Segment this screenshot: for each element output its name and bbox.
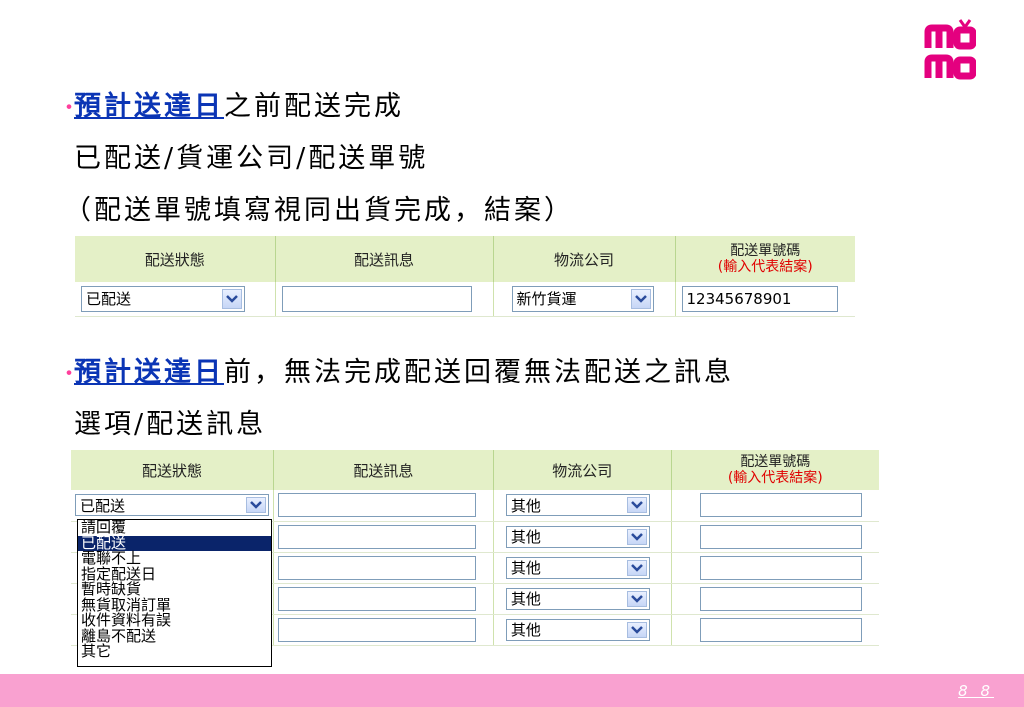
cell-company: 其他	[493, 521, 672, 553]
page-number[interactable]: 8 8	[958, 682, 994, 700]
company-select[interactable]: 其他	[505, 556, 650, 579]
tracking-input[interactable]	[699, 524, 862, 549]
cell-company: 其他	[493, 490, 672, 522]
cell-tracking	[671, 490, 879, 522]
cell-message	[273, 614, 494, 646]
message-input[interactable]	[278, 617, 476, 642]
company-select[interactable]: 新竹貨運	[511, 285, 654, 312]
header-message: 配送訊息	[273, 450, 494, 490]
message-input[interactable]	[278, 493, 476, 518]
company-select-value: 新竹貨運	[516, 290, 577, 309]
section1-line3: （配送單號填寫視同出貨完成，結案）	[64, 195, 574, 226]
header-company: 物流公司	[493, 236, 676, 282]
section1-line1-text: 之前配送完成	[224, 91, 404, 122]
cell-tracking	[671, 552, 879, 584]
status-select-value: 已配送	[86, 290, 132, 309]
bullet-icon: ・	[58, 362, 84, 387]
company-select-value: 其他	[510, 621, 541, 639]
header-status: 配送狀態	[71, 450, 274, 490]
cell-tracking	[671, 583, 879, 615]
section1-line1: ・預計送達日之前配送完成	[58, 90, 404, 126]
shipping-table-example: 配送狀態 配送訊息 物流公司 配送單號碼 (輸入代表結案) 已配送 新竹貨運 1…	[75, 236, 855, 317]
status-select-value: 已配送	[80, 496, 126, 515]
header-tracking: 配送單號碼 (輸入代表結案)	[671, 450, 879, 490]
cell-company: 其他	[493, 614, 672, 646]
header-status: 配送狀態	[75, 236, 276, 282]
company-select-value: 其他	[510, 528, 541, 546]
company-select[interactable]: 其他	[505, 618, 650, 641]
chevron-down-icon[interactable]	[222, 288, 242, 309]
section2-line1-text: 前，無法完成配送回覆無法配送之訊息	[224, 357, 734, 388]
chevron-down-icon[interactable]	[626, 528, 647, 545]
dropdown-option[interactable]: 其它	[81, 643, 271, 660]
tracking-input[interactable]	[699, 586, 862, 611]
chevron-down-icon[interactable]	[626, 497, 647, 514]
table-row: 已配送 新竹貨運 12345678901	[75, 282, 855, 317]
company-select[interactable]: 其他	[505, 525, 650, 548]
company-select-value: 其他	[510, 496, 541, 515]
cell-status: 已配送	[75, 282, 276, 317]
message-input[interactable]	[278, 555, 476, 580]
header-company: 物流公司	[493, 450, 672, 490]
cell-message	[273, 490, 494, 522]
status-select[interactable]: 已配送	[81, 285, 245, 312]
highlight-term: 預計送達日	[74, 91, 224, 122]
cell-message	[273, 583, 494, 615]
cell-tracking	[671, 614, 879, 646]
cell-company: 新竹貨運	[493, 282, 676, 317]
header-message: 配送訊息	[275, 236, 494, 282]
message-input[interactable]	[278, 524, 476, 549]
cell-company: 其他	[493, 552, 672, 584]
chevron-down-icon[interactable]	[626, 559, 647, 576]
tracking-input[interactable]	[699, 493, 862, 518]
cell-message	[273, 521, 494, 553]
highlight-term: 預計送達日	[74, 357, 224, 388]
status-select[interactable]: 已配送	[75, 494, 269, 517]
section2-line1: ・預計送達日前，無法完成配送回覆無法配送之訊息	[58, 356, 734, 392]
chevron-down-icon[interactable]	[626, 621, 647, 638]
company-select-value: 其他	[510, 590, 541, 608]
chevron-down-icon[interactable]	[630, 288, 651, 309]
cell-company: 其他	[493, 583, 672, 615]
footer-bar: 8 8	[0, 674, 1024, 707]
section1-line2: 已配送/貨運公司/配送單號	[74, 143, 429, 174]
chevron-down-icon[interactable]	[626, 590, 647, 607]
section2-line2: 選項/配送訊息	[74, 409, 267, 440]
cell-message	[275, 282, 494, 317]
header-tracking: 配送單號碼 (輸入代表結案)	[675, 236, 855, 282]
tracking-input[interactable]	[699, 617, 862, 642]
momo-logo	[924, 18, 977, 82]
cell-status: 已配送	[71, 490, 274, 522]
header-tracking-label: 配送單號碼	[730, 243, 801, 259]
cell-tracking	[671, 521, 879, 553]
header-tracking-label: 配送單號碼	[740, 454, 811, 470]
company-select[interactable]: 其他	[505, 587, 650, 610]
cell-tracking: 12345678901	[675, 282, 855, 317]
tracking-input[interactable]: 12345678901	[681, 285, 838, 312]
header-tracking-note: (輸入代表結案)	[717, 259, 813, 275]
tracking-input[interactable]	[699, 555, 862, 580]
company-select[interactable]: 其他	[505, 494, 650, 517]
chevron-down-icon[interactable]	[246, 497, 266, 514]
header-tracking-note: (輸入代表結案)	[727, 470, 823, 486]
company-select-value: 其他	[510, 559, 541, 577]
cell-message	[273, 552, 494, 584]
table-row: 已配送 其他	[71, 490, 879, 522]
message-input[interactable]	[281, 285, 472, 312]
message-input[interactable]	[278, 586, 476, 611]
bullet-icon: ・	[58, 96, 84, 121]
status-dropdown-list: 請回覆 已配送 電聯不上 指定配送日 暫時缺貨 無貨取消訂單 收件資料有誤 離島不配送 其它	[77, 519, 272, 667]
